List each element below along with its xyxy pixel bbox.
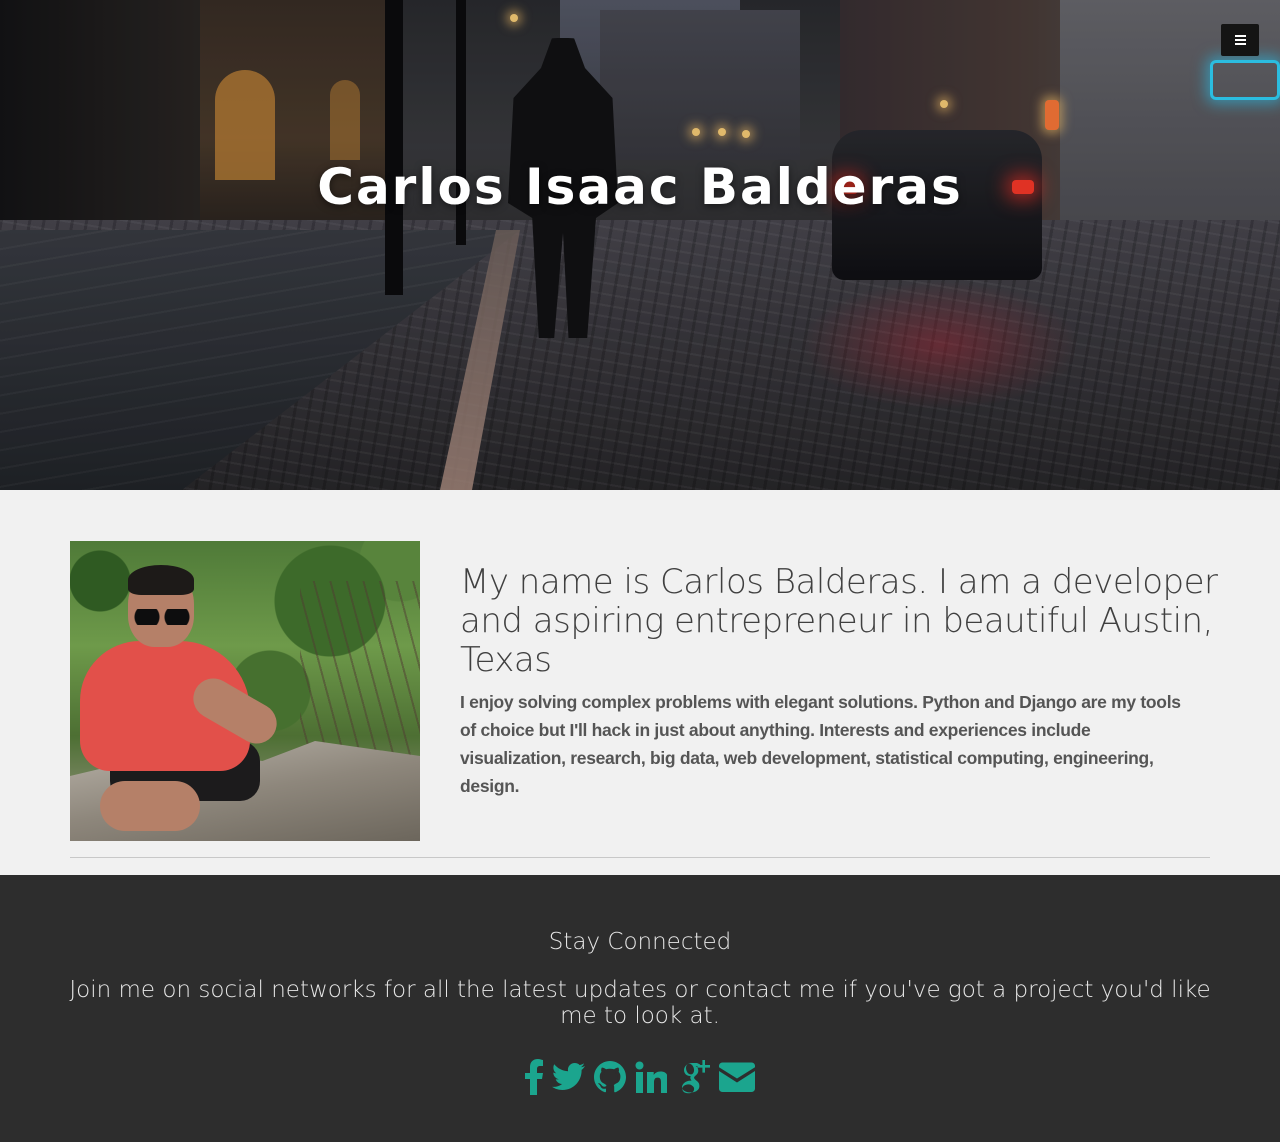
linkedin-link[interactable]	[635, 1061, 667, 1093]
hero-title: Carlos Isaac Balderas	[317, 158, 963, 216]
github-icon	[594, 1061, 626, 1093]
profile-photo	[70, 541, 420, 841]
footer-title: Stay Connected	[548, 929, 732, 955]
google-plus-link[interactable]	[676, 1059, 710, 1095]
email-link[interactable]	[719, 1062, 755, 1092]
hamburger-menu-button[interactable]	[1221, 24, 1259, 56]
facebook-icon	[525, 1059, 543, 1095]
twitter-link[interactable]	[552, 1062, 585, 1092]
footer: Stay Connected Join me on social network…	[0, 875, 1280, 1142]
google-plus-icon	[682, 1060, 710, 1094]
bio-heading: My name is Carlos Balderas. I am a devel…	[460, 562, 1218, 680]
bio-text: I enjoy solving complex problems with el…	[460, 692, 1181, 796]
section-divider	[70, 857, 1210, 858]
email-icon	[719, 1062, 755, 1092]
hamburger-menu-icon	[1234, 35, 1246, 37]
about-section: My name is Carlos Balderas. I am a devel…	[0, 490, 1280, 875]
facebook-link[interactable]	[525, 1059, 543, 1095]
footer-subtitle: Join me on social networks for all the l…	[69, 977, 1211, 1029]
hero-banner: Carlos Isaac Balderas	[0, 0, 1280, 490]
twitter-icon	[552, 1063, 585, 1090]
github-link[interactable]	[594, 1061, 626, 1093]
linkedin-icon	[635, 1061, 667, 1093]
social-links	[0, 1059, 1280, 1095]
